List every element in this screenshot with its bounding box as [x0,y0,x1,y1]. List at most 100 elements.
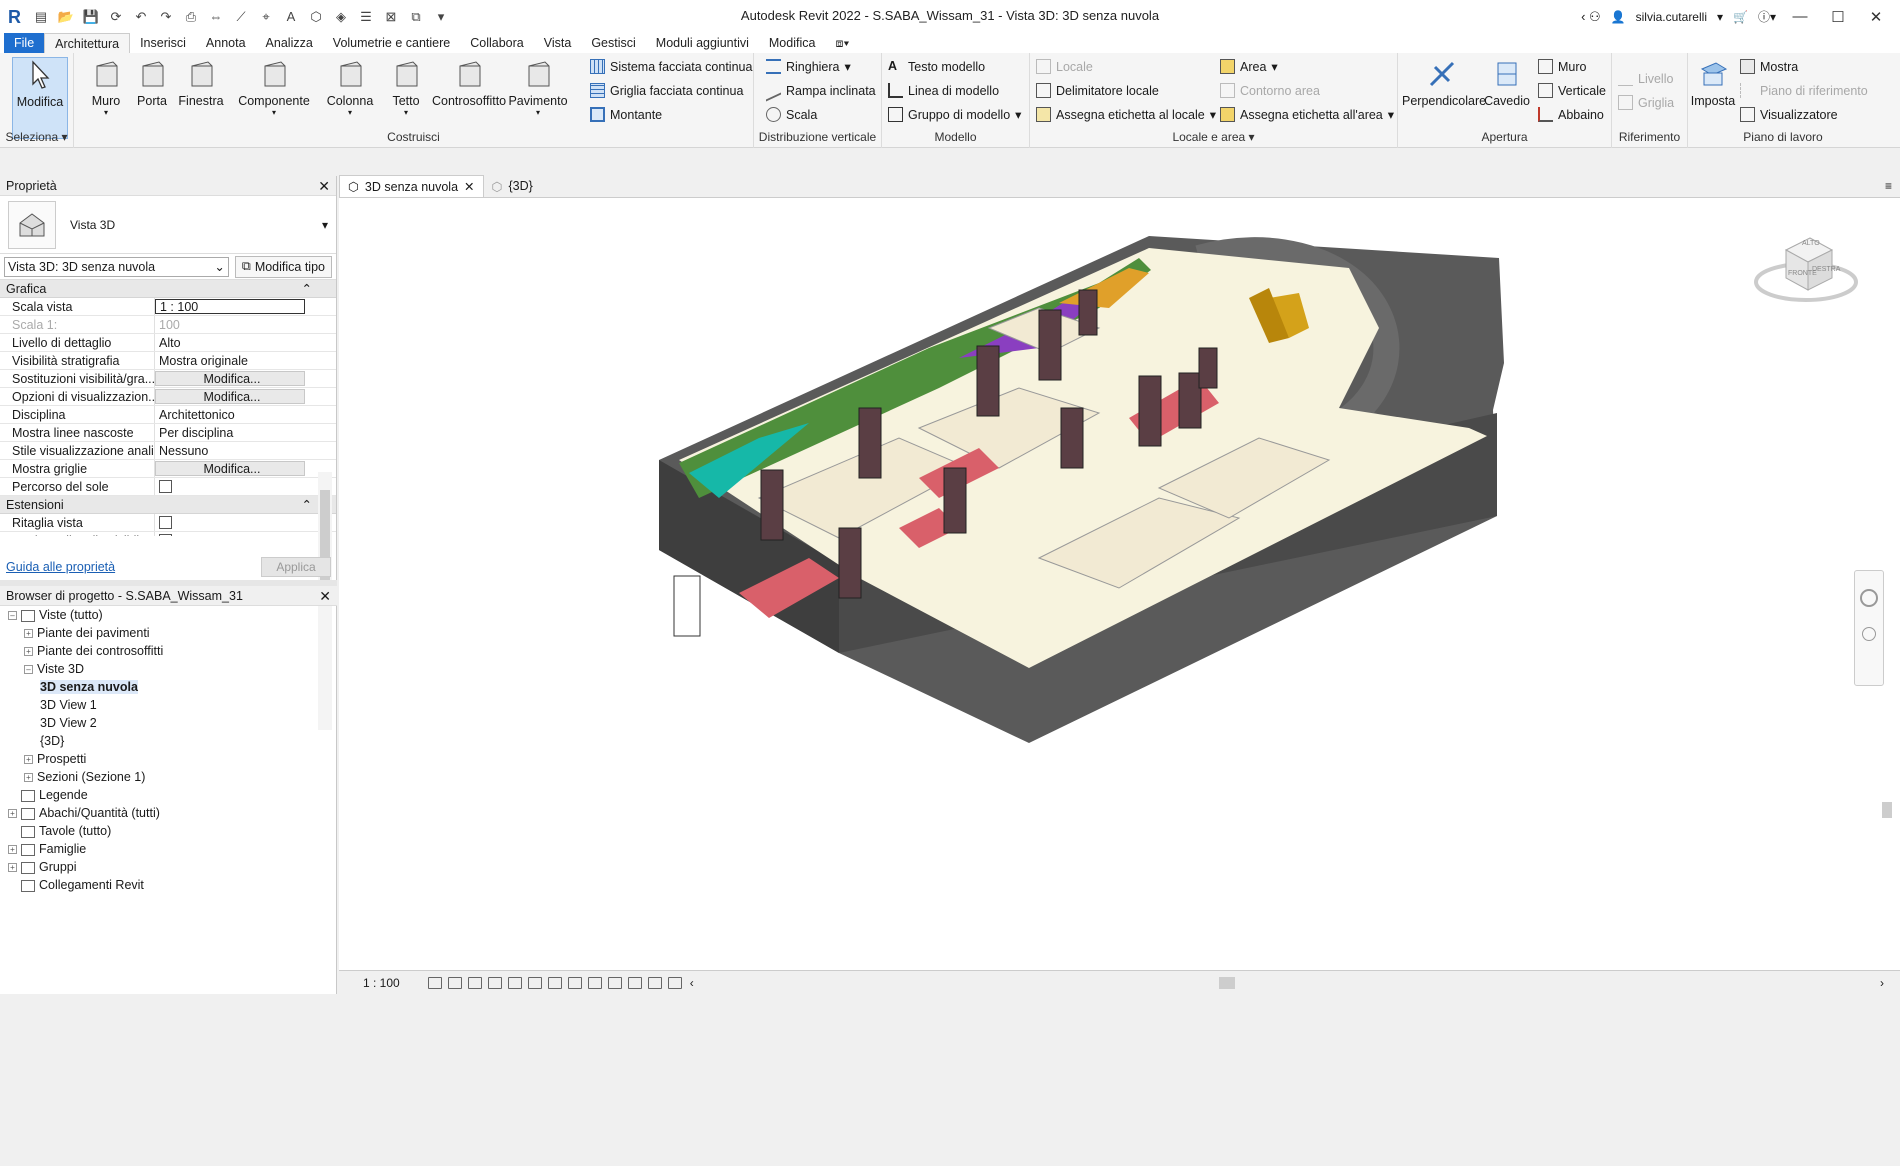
temporary-hide-icon[interactable] [587,976,602,989]
room-separator-button[interactable]: Delimitatore locale [1036,83,1159,98]
tree-node[interactable]: {3D} [0,732,337,750]
scroll-thumb[interactable] [1882,802,1892,818]
tab-vista[interactable]: Vista [534,33,582,53]
tree-node[interactable]: – Viste 3D [0,660,337,678]
analytical-model-icon[interactable] [627,976,642,989]
property-value[interactable] [155,532,305,536]
by-face-button[interactable]: Perpendicolare [1402,57,1486,108]
property-value[interactable]: Per disciplina [155,424,305,441]
save-icon[interactable]: 💾 [83,9,99,25]
zoom-icon[interactable] [1862,627,1876,641]
measure-icon[interactable]: ⇔ [208,9,224,25]
tab-analizza[interactable]: Analizza [256,33,323,53]
shadows-icon[interactable] [487,976,502,989]
search-icon[interactable]: ‹ ⚇ [1581,9,1601,25]
view-tab-3d[interactable]: ⬡ {3D} [484,175,541,197]
expand-icon[interactable]: + [8,863,17,873]
viewcube-right[interactable]: DESTRA [1812,266,1840,273]
customize-qat-icon[interactable]: ▾ [433,9,449,25]
revit-logo[interactable]: R [8,8,24,26]
visual-style-icon[interactable] [447,976,462,989]
tree-node[interactable]: + Sezioni (Sezione 1) [0,768,337,786]
building-model[interactable] [339,198,1900,970]
level-button[interactable]: Livello [1618,71,1673,86]
edit-type-button[interactable]: ⧉ Modifica tipo [234,255,332,278]
property-value[interactable] [155,514,305,531]
panel-label-seleziona[interactable]: Seleziona ▾ [0,130,73,144]
collapse-icon[interactable]: – [8,611,17,621]
tree-node[interactable]: 3D senza nuvola [0,678,337,696]
grid-button[interactable]: Griglia [1618,95,1674,110]
viewcube[interactable]: ALTO FRONTE DESTRA [1748,212,1858,312]
checkbox[interactable] [159,480,172,493]
tab-file[interactable]: File [4,33,45,53]
tree-node[interactable]: Collegamenti Revit [0,876,337,894]
expand-icon[interactable]: + [24,773,33,783]
expand-icon[interactable]: + [24,755,33,765]
group-estensioni[interactable]: Estensioni ⌃ [0,496,336,514]
home-icon[interactable]: ▤ [33,9,49,25]
type-selector[interactable]: Vista 3D ▾ [0,196,336,254]
tab-annota[interactable]: Annota [196,33,256,53]
roof-button[interactable]: Tetto ▾ [386,57,426,117]
help-icon[interactable]: ⓘ▾ [1758,8,1776,25]
ref-plane-button[interactable]: Piano di riferimento [1740,83,1868,98]
tag-room-button[interactable]: Assegna etichetta al locale ▾ [1036,107,1216,122]
sync-icon[interactable]: ⟳ [108,9,124,25]
user-icon[interactable]: 👤 [1611,10,1626,24]
redo-icon[interactable]: ↷ [158,9,174,25]
lock-3d-icon[interactable] [567,976,582,989]
chevron-left-icon[interactable]: ‹ [690,976,694,990]
tree-node[interactable]: Tavole (tutto) [0,822,337,840]
chevron-down-icon[interactable]: ▾ [322,218,328,232]
worksharing-icon[interactable] [667,976,682,989]
detail-level-icon[interactable] [427,976,442,989]
chevron-down-icon[interactable]: ▾ [82,108,130,117]
dormer-button[interactable]: Abbaino [1538,107,1604,122]
undo-icon[interactable]: ↶ [133,9,149,25]
tree-node[interactable]: Legende [0,786,337,804]
3d-viewport[interactable]: ALTO FRONTE DESTRA [339,198,1900,970]
chevron-down-icon[interactable]: ▾ [322,108,378,117]
property-value[interactable] [155,478,305,495]
tree-node[interactable]: + Abachi/Quantità (tutti) [0,804,337,822]
property-value[interactable]: Modifica... [155,371,305,386]
curtain-grid-button[interactable]: Griglia facciata continua [590,83,743,98]
column-button[interactable]: Colonna ▾ [322,57,378,117]
wall-opening-button[interactable]: Muro [1538,59,1586,74]
tree-node[interactable]: + Piante dei pavimenti [0,624,337,642]
property-value[interactable]: Modifica... [155,461,305,476]
collapse-icon[interactable]: – [24,665,33,675]
instance-dropdown[interactable]: Vista 3D: 3D senza nuvola ⌄ [4,256,229,277]
close-icon[interactable]: ✕ [319,586,331,606]
tab-gestisci[interactable]: Gestisci [581,33,645,53]
property-value[interactable]: 1 : 100 [155,299,305,314]
chevron-down-icon[interactable]: ▾ [386,108,426,117]
expand-icon[interactable]: + [24,629,33,639]
panel-label-locale[interactable]: Locale e area ▾ [1030,130,1397,144]
checkbox[interactable] [159,534,172,536]
minimize-button[interactable]: — [1786,8,1814,25]
area-button[interactable]: Area ▾ [1220,59,1278,74]
show-workplane-button[interactable]: Mostra [1740,59,1798,74]
property-value[interactable]: Mostra originale [155,352,305,369]
vertical-scrollbar[interactable] [1880,398,1894,1166]
tree-node[interactable]: – Viste (tutto) [0,606,337,624]
tree-node[interactable]: + Famiglie [0,840,337,858]
expand-icon[interactable]: + [8,809,17,819]
stair-button[interactable]: Scala [766,107,817,122]
chevron-down-icon[interactable]: ▾ [506,108,570,117]
checkbox[interactable] [159,516,172,529]
open-icon[interactable]: 📂 [58,9,74,25]
user-name[interactable]: silvia.cutarelli [1636,10,1707,24]
horizontal-scrollbar[interactable] [699,977,1870,989]
tag-icon[interactable]: ⌖ [258,9,274,25]
viewer-button[interactable]: Visualizzatore [1740,107,1838,122]
model-group-button[interactable]: Gruppo di modello ▾ [888,107,1021,122]
ribbon-toggle-icon[interactable]: ⧈▾ [825,33,859,53]
close-icon[interactable]: ✕ [464,179,474,194]
tab-volumetrie-e-cantiere[interactable]: Volumetrie e cantiere [323,33,460,53]
tab-collabora[interactable]: Collabora [460,33,534,53]
set-button[interactable]: Imposta [1690,57,1736,108]
switch-windows-icon[interactable]: ⧉ [408,9,424,25]
